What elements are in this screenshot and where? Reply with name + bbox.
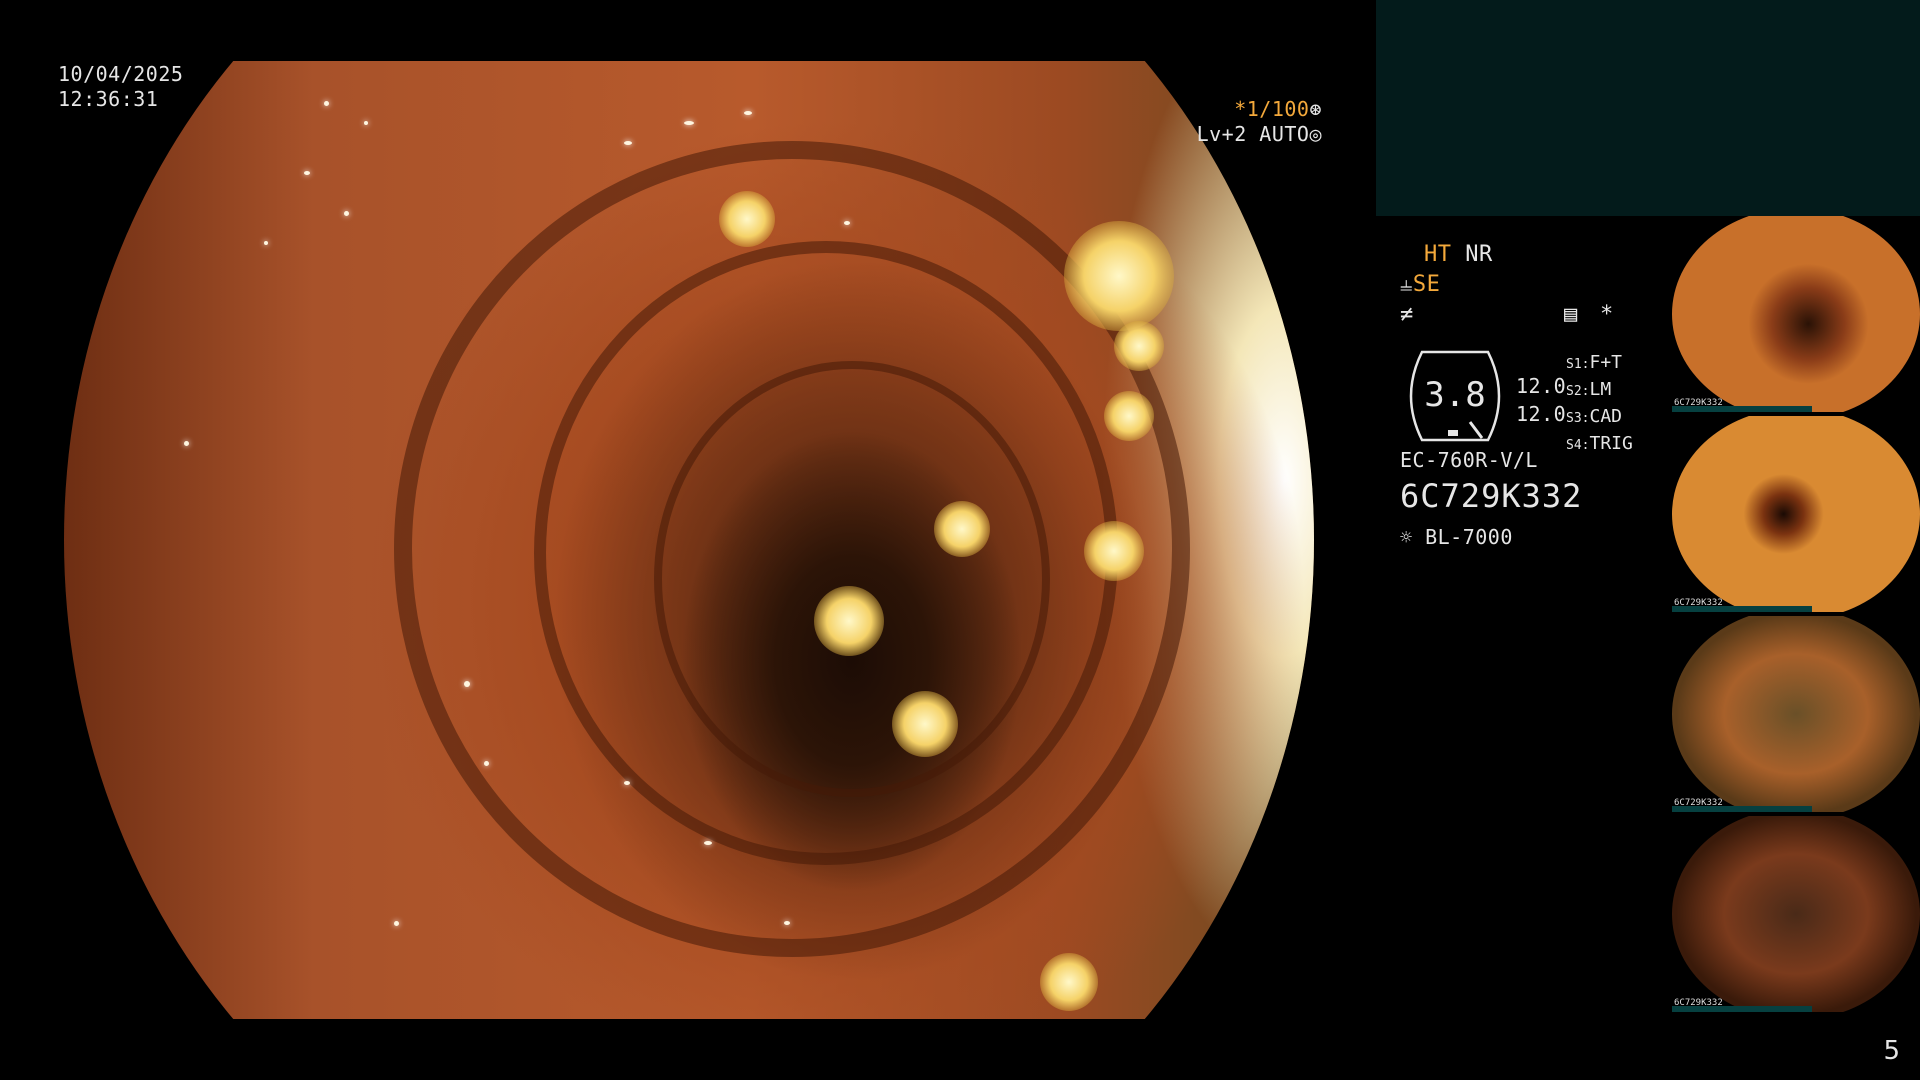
thumbnail-strip: 6C729K332 6C729K332 6C729K332 6C729K332 (1672, 216, 1920, 1016)
thumbnail-3[interactable]: 6C729K332 (1672, 616, 1920, 812)
scope-model: EC-760R-V/L (1400, 448, 1538, 472)
page-number: 5 (1883, 1036, 1900, 1066)
thumbnail-label: 6C729K332 (1674, 598, 1723, 608)
readout-1: 12.0 (1516, 374, 1567, 398)
flow-icon: ≠ (1400, 302, 1414, 327)
readouts: 12.0 12.0 (1516, 372, 1566, 428)
structure-enhance-icon: ⫨ (1400, 272, 1413, 297)
info-panel-background (1376, 0, 1920, 216)
thumbnail-label: 6C729K332 (1674, 998, 1723, 1008)
thumbnail-2[interactable]: 6C729K332 (1672, 416, 1920, 612)
scope-info: EC-760R-V/L 6C729K332 ☼ BL-7000 (1400, 448, 1582, 550)
thumbnail-label: 6C729K332 (1674, 798, 1723, 808)
thumbnail-1[interactable]: 6C729K332 (1672, 216, 1920, 412)
capture-settings: *1/100⊛ Lv+2 AUTO◎ (1190, 97, 1322, 147)
nr-indicator: NR (1465, 242, 1493, 267)
star-indicator: * (1600, 302, 1614, 327)
date-text: 10/04/2025 (58, 62, 184, 86)
gauge-icon: 3.8 (1409, 350, 1501, 442)
thumbnail-4[interactable]: 6C729K332 (1672, 816, 1920, 1012)
light-source-text: BL-7000 (1425, 525, 1513, 549)
scope-serial: 6C729K332 (1400, 477, 1583, 515)
se-indicator: SE (1412, 272, 1441, 297)
readout-2: 12.0 (1516, 402, 1567, 426)
datetime-display: 10/04/2025 12:36:31 (58, 62, 183, 112)
status-block: HT NR ⫨SE ≠ ▤ * (1400, 240, 1613, 330)
thumbnail-label: 6C729K332 (1674, 398, 1723, 408)
switch-assignments: S1:F+T S2:LM S3:CAD S4:TRIG (1566, 350, 1633, 458)
slot-row: S1:F+T (1566, 352, 1622, 373)
gauge-value: 3.8 (1424, 375, 1485, 415)
exposure-level-text: Lv+2 AUTO (1196, 122, 1310, 146)
time-text: 12:36:31 (58, 87, 159, 111)
memo-icon: ▤ (1564, 302, 1578, 327)
light-source-icon: ☼ (1400, 525, 1413, 549)
shutter-speed-text: *1/100 (1234, 97, 1310, 121)
slot-row: S2:LM (1566, 379, 1612, 400)
slot-row: S3:CAD (1566, 406, 1622, 427)
shutter-dial-icon: ⊛ (1309, 97, 1322, 121)
endoscopic-view (64, 61, 1314, 1019)
auto-exposure-icon: ◎ (1309, 122, 1322, 146)
ht-indicator: HT (1424, 242, 1452, 267)
